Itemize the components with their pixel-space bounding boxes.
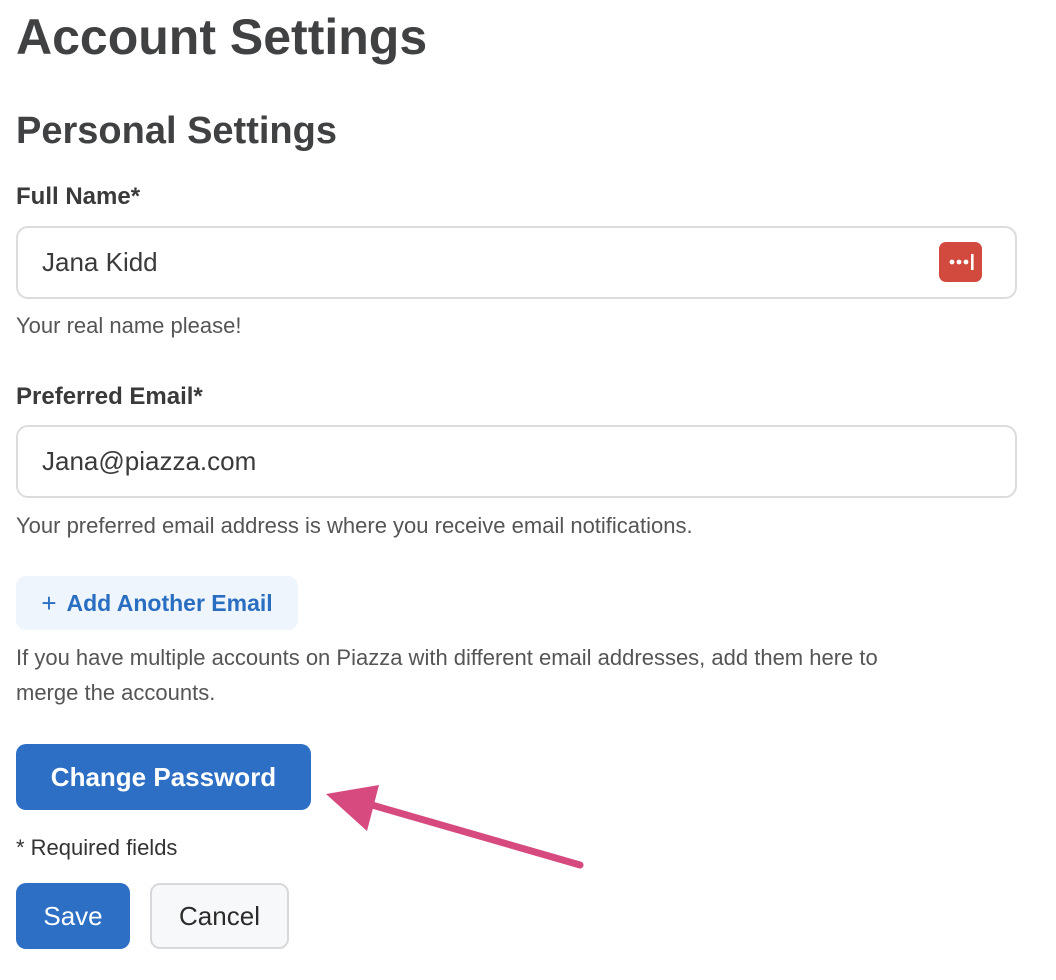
plus-icon: + [41, 588, 57, 618]
preferred-email-label: Preferred Email* [16, 383, 203, 410]
full-name-help: Your real name please! [16, 313, 242, 338]
add-email-help-line-2: merge the accounts. [16, 680, 216, 705]
dots-cursor-icon [949, 254, 974, 270]
full-name-label: Full Name* [16, 183, 141, 210]
page-title: Account Settings [16, 9, 428, 65]
change-password-button[interactable]: Change Password [16, 744, 311, 810]
add-another-email-button[interactable]: + Add Another Email [16, 576, 298, 630]
add-another-email-label: Add Another Email [66, 589, 273, 616]
add-email-help-line-1: If you have multiple accounts on Piazza … [16, 645, 878, 670]
preferred-email-input[interactable] [16, 425, 1017, 498]
required-fields-note: * Required fields [16, 835, 178, 860]
cancel-button[interactable]: Cancel [150, 883, 289, 949]
full-name-input[interactable] [16, 226, 1017, 299]
section-title-personal-settings: Personal Settings [16, 110, 337, 152]
password-manager-icon[interactable] [939, 242, 982, 282]
save-button[interactable]: Save [16, 883, 130, 949]
preferred-email-help: Your preferred email address is where yo… [16, 513, 693, 538]
